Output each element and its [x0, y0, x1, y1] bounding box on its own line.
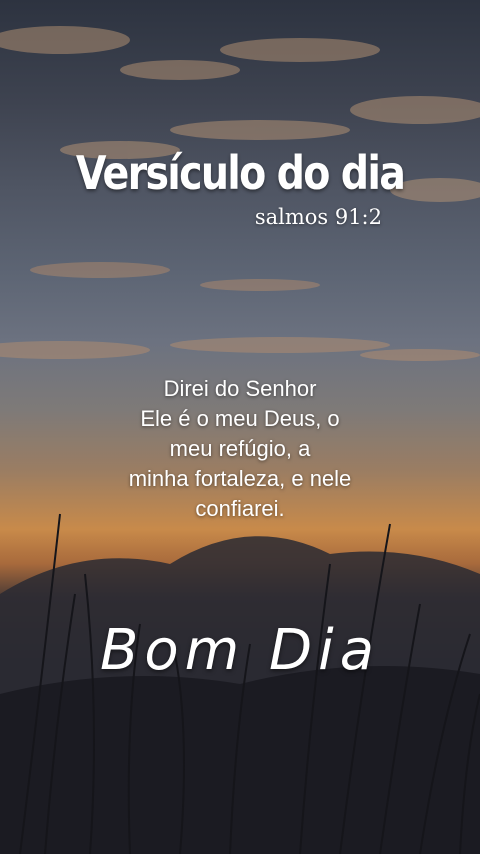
greeting-text: Bom Dia — [99, 618, 381, 683]
page-title: Versículo do dia — [75, 146, 406, 200]
verse-line: meu refúgio, a — [169, 436, 311, 461]
verse-reference: salmos 91:2 — [254, 205, 382, 229]
background-photo: Versículo do dia salmos 91:2 Direi do Se… — [0, 0, 480, 854]
verse-line: Ele é o meu Deus, o — [140, 406, 340, 431]
verse-line: Direi do Senhor — [163, 376, 317, 401]
verse-line: minha fortaleza, e nele — [128, 466, 352, 491]
verse-line: confiarei. — [195, 496, 285, 521]
verse-text: Direi do Senhor Ele é o meu Deus, o meu … — [90, 374, 390, 524]
